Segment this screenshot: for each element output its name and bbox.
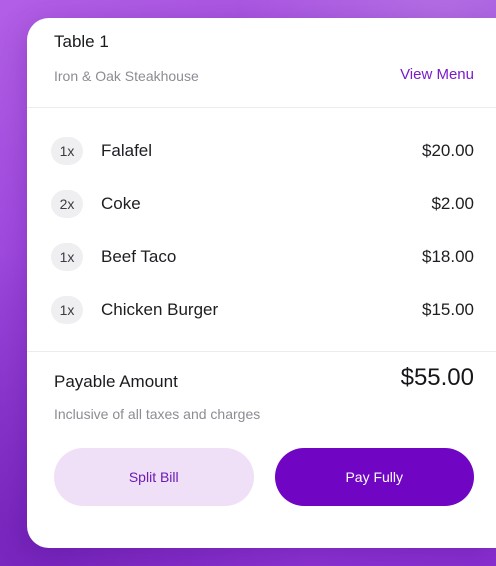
table-title: Table 1 — [54, 32, 109, 51]
quantity-badge: 1x — [51, 242, 83, 271]
list-item: 2x Coke $2.00 — [27, 177, 496, 230]
item-price: $15.00 — [422, 299, 474, 319]
list-item: 1x Falafel $20.00 — [27, 124, 496, 177]
item-name: Beef Taco — [101, 246, 177, 266]
item-name: Falafel — [101, 140, 153, 160]
item-price: $2.00 — [431, 193, 474, 213]
restaurant-name: Iron & Oak Steakhouse — [54, 68, 199, 84]
list-item: 1x Chicken Burger $15.00 — [27, 283, 496, 336]
item-name: Chicken Burger — [101, 299, 219, 319]
payment-summary: Payable Amount $55.00 Inclusive of all t… — [27, 352, 496, 548]
view-menu-link[interactable]: View Menu — [400, 66, 474, 83]
quantity-badge: 2x — [51, 189, 83, 218]
order-items-list: 1x Falafel $20.00 2x Coke $2.00 1x Beef … — [27, 108, 496, 352]
item-price: $20.00 — [422, 140, 474, 160]
list-item: 1x Beef Taco $18.00 — [27, 230, 496, 283]
tax-note: Inclusive of all taxes and charges — [54, 406, 261, 422]
item-price: $18.00 — [422, 246, 474, 266]
quantity-badge: 1x — [51, 136, 83, 165]
payable-amount-value: $55.00 — [400, 364, 474, 391]
split-bill-button[interactable]: Split Bill — [54, 448, 254, 506]
bill-card: Table 1 Iron & Oak Steakhouse View Menu … — [27, 18, 496, 548]
action-buttons: Split Bill Pay Fully — [54, 448, 474, 506]
pay-fully-button[interactable]: Pay Fully — [274, 448, 474, 506]
bill-header: Table 1 Iron & Oak Steakhouse View Menu — [27, 18, 496, 108]
quantity-badge: 1x — [51, 295, 83, 324]
item-name: Coke — [101, 193, 141, 213]
